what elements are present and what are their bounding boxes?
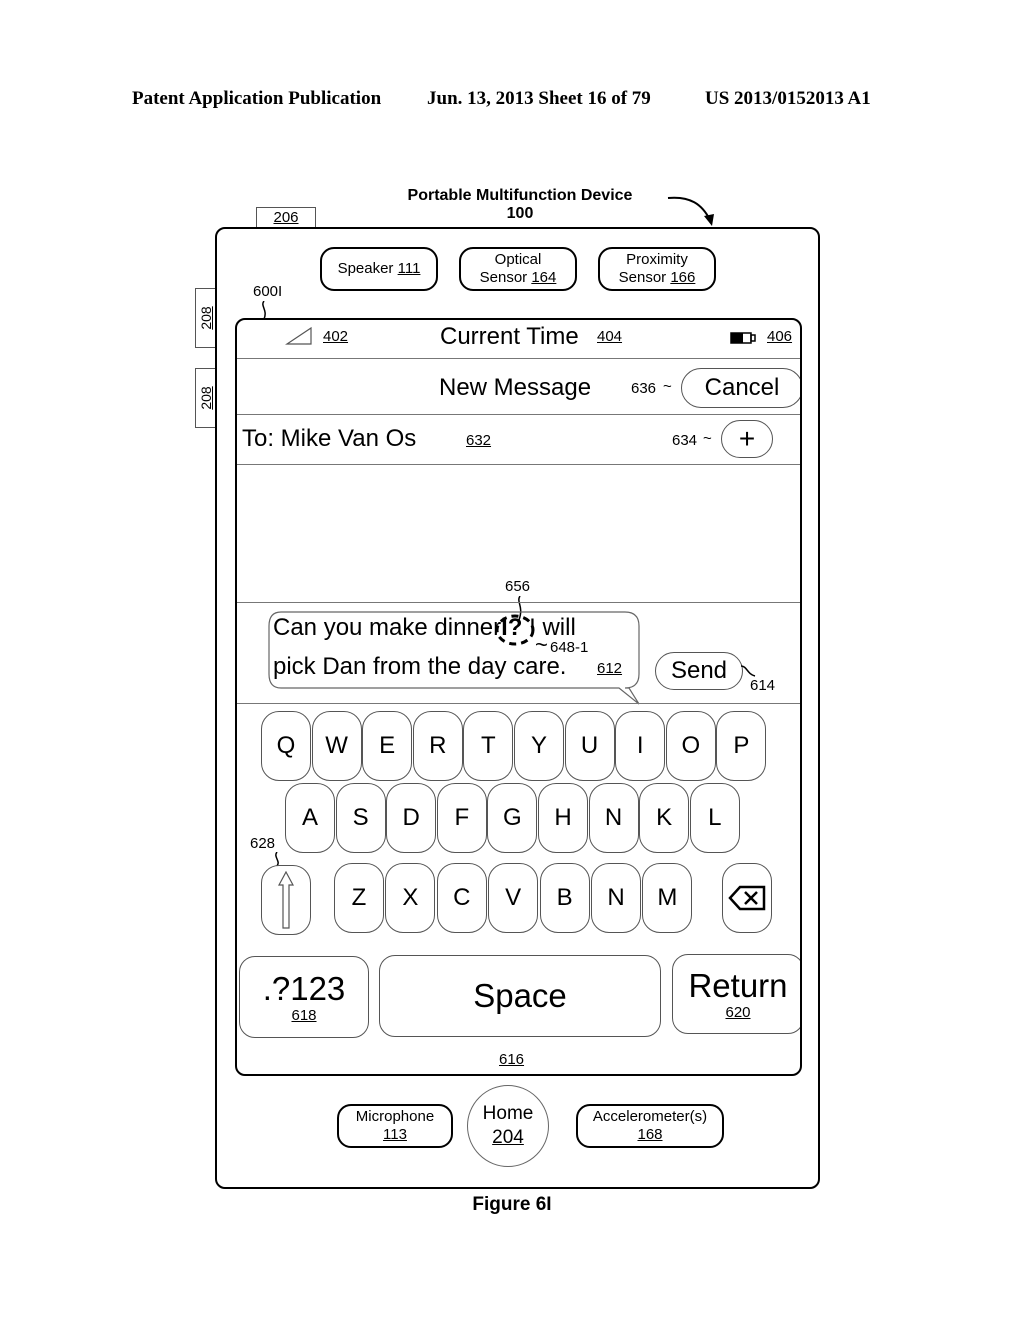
key-r[interactable]: R xyxy=(412,711,463,781)
key-v[interactable]: V xyxy=(488,863,539,933)
home-button[interactable]: Home 204 xyxy=(467,1085,549,1167)
publication-label: Patent Application Publication xyxy=(132,88,382,109)
side-button-208-upper: 208 xyxy=(195,288,215,348)
message-bubble-ref: 612 xyxy=(597,660,623,677)
to-field[interactable]: To: Mike Van Os xyxy=(242,425,416,453)
device-pointer-arrow xyxy=(667,196,714,226)
backspace-key[interactable] xyxy=(722,863,772,933)
device-title-text: Portable Multifunction Device xyxy=(407,187,633,204)
patent-number: US 2013/0152013 A1 xyxy=(705,88,871,109)
add-recipient-ref: 634 xyxy=(672,432,698,449)
shift-ref: 628 xyxy=(250,835,276,852)
status-bar-divider xyxy=(237,358,800,359)
key-s[interactable]: S xyxy=(335,783,386,853)
device-title: Portable Multifunction Device 100 xyxy=(400,187,640,223)
touch-screen: 402 Current Time 404 406 New Message 636… xyxy=(235,318,802,1076)
to-field-ref: 632 xyxy=(466,432,492,449)
key-n[interactable]: N xyxy=(591,863,641,933)
key-g[interactable]: G xyxy=(487,783,538,853)
key-e[interactable]: E xyxy=(362,711,413,781)
current-time: Current Time xyxy=(440,323,579,350)
key-c[interactable]: C xyxy=(436,863,487,933)
key-p[interactable]: P xyxy=(716,711,767,781)
device-ref: 100 xyxy=(506,205,534,222)
key-h[interactable]: H xyxy=(538,783,588,853)
cancel-leader: ~ xyxy=(663,378,672,395)
nav-bar-divider xyxy=(237,414,800,415)
cancel-ref: 636 xyxy=(631,380,657,397)
key-f[interactable]: F xyxy=(436,783,487,853)
plus-icon: + xyxy=(738,423,756,454)
message-text-line2[interactable]: pick Dan from the day care. xyxy=(273,653,566,681)
microphone-component: Microphone 113 xyxy=(337,1104,453,1148)
screen-ref-label: 600I xyxy=(253,283,283,300)
battery-ref: 406 xyxy=(767,328,793,345)
highlight-leader: ~ xyxy=(535,632,548,657)
compose-divider xyxy=(237,602,800,603)
signal-strength-icon xyxy=(285,326,312,345)
key-o[interactable]: O xyxy=(665,711,716,781)
key-l[interactable]: L xyxy=(689,783,740,853)
key-y[interactable]: Y xyxy=(514,711,564,781)
accelerometer-component: Accelerometer(s) 168 xyxy=(576,1104,724,1148)
keyboard-divider xyxy=(237,703,800,704)
key-b[interactable]: B xyxy=(539,863,590,933)
cancel-button[interactable]: Cancel xyxy=(681,368,800,408)
numbers-key[interactable]: .?123 618 xyxy=(239,956,369,1038)
time-ref: 404 xyxy=(597,328,623,345)
new-message-title: New Message xyxy=(439,374,592,401)
proximity-sensor-component: Proximity Sensor 166 xyxy=(598,247,716,291)
battery-icon xyxy=(730,332,756,344)
key-x[interactable]: X xyxy=(385,863,436,933)
figure-caption: Figure 6I xyxy=(472,1194,552,1215)
optical-sensor-component: Optical Sensor 164 xyxy=(459,247,577,291)
signal-ref: 402 xyxy=(323,328,349,345)
send-ref: 614 xyxy=(750,677,776,694)
key-d[interactable]: D xyxy=(386,783,437,853)
key-k[interactable]: K xyxy=(639,783,690,853)
key-u[interactable]: U xyxy=(564,711,615,781)
side-button-208-lower: 208 xyxy=(195,368,215,428)
key-q[interactable]: Q xyxy=(261,711,311,781)
key-m[interactable]: M xyxy=(642,863,693,933)
dashed-highlight-circle xyxy=(495,614,535,646)
shift-key[interactable] xyxy=(261,865,311,935)
return-key[interactable]: Return 620 xyxy=(672,954,800,1034)
backspace-icon xyxy=(728,885,766,911)
key-z[interactable]: Z xyxy=(334,863,384,933)
key-n[interactable]: N xyxy=(588,783,639,853)
send-button[interactable]: Send xyxy=(655,652,743,690)
keyboard-ref: 616 xyxy=(499,1051,525,1068)
top-button-206: 206 xyxy=(256,207,316,227)
add-recipient-leader: ~ xyxy=(703,430,712,447)
key-i[interactable]: I xyxy=(615,711,666,781)
key-t[interactable]: T xyxy=(463,711,514,781)
key-w[interactable]: W xyxy=(311,711,362,781)
shift-arrow-icon xyxy=(278,871,294,929)
to-field-divider xyxy=(237,464,800,465)
speaker-component: Speaker 111 xyxy=(320,247,438,291)
date-sheet-label: Jun. 13, 2013 Sheet 16 of 79 xyxy=(427,88,651,109)
space-key[interactable]: Space xyxy=(379,955,661,1037)
key-a[interactable]: A xyxy=(285,783,335,853)
insertion-point-ref: 656 xyxy=(505,578,531,595)
add-recipient-button[interactable]: + xyxy=(721,420,773,458)
